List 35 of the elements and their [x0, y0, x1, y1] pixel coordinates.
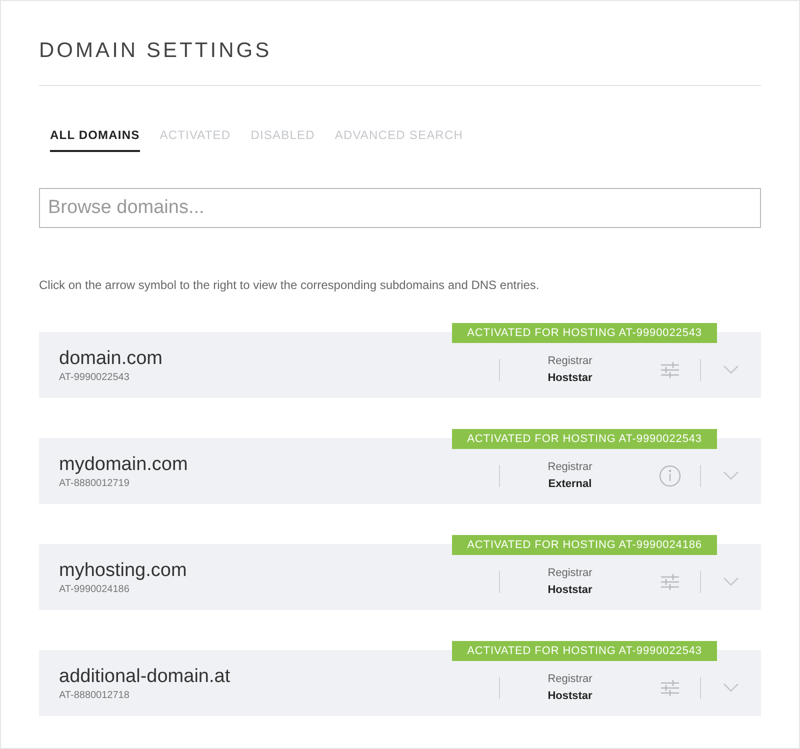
domain-id: AT-9990022543	[59, 371, 130, 385]
chevron-down-icon[interactable]	[723, 365, 739, 374]
sliders-icon[interactable]	[660, 574, 680, 590]
page-title: DOMAIN SETTINGS	[39, 38, 273, 64]
registrar-name: External	[548, 476, 592, 492]
tab[interactable]: ACTIVATED	[160, 126, 231, 152]
registrar-name: Hoststar	[548, 688, 592, 704]
search-field[interactable]: Browse domains...	[39, 188, 761, 228]
registrar-label: Registrar	[548, 672, 592, 687]
domain-id: AT-8880012719	[59, 477, 130, 491]
tab[interactable]: ADVANCED SEARCH	[334, 126, 463, 152]
hosting-badge: ACTIVATED FOR HOSTING AT-9990022543	[452, 640, 717, 660]
hosting-badge: ACTIVATED FOR HOSTING AT-9990022543	[452, 428, 717, 448]
domain-name: additional-domain.at	[59, 666, 232, 688]
domain-name: myhosting.com	[59, 560, 188, 582]
registrar-label: Registrar	[548, 354, 592, 369]
chevron-down-icon[interactable]	[723, 471, 739, 480]
registrar-name: Hoststar	[548, 582, 592, 598]
domain-id: AT-8880012718	[59, 689, 130, 703]
info-icon[interactable]	[659, 464, 681, 486]
hosting-badge: ACTIVATED FOR HOSTING AT-9990022543	[452, 322, 717, 342]
registrar-label: Registrar	[548, 566, 592, 581]
tab[interactable]: DISABLED	[250, 126, 315, 152]
tab[interactable]: ALL DOMAINS	[50, 126, 140, 152]
registrar-label: Registrar	[548, 460, 592, 475]
domain-name: mydomain.com	[59, 454, 189, 476]
hint-text: Click on the arrow symbol to the right to view the corresponding subdomains and DNS entries.	[39, 276, 540, 294]
sliders-icon[interactable]	[660, 680, 680, 696]
chevron-down-icon[interactable]	[723, 683, 739, 692]
domain-name: domain.com	[59, 348, 164, 370]
registrar-name: Hoststar	[548, 370, 592, 386]
sliders-icon[interactable]	[660, 362, 680, 378]
domain-id: AT-9990024186	[59, 583, 130, 597]
hosting-badge: ACTIVATED FOR HOSTING AT-9990024186	[452, 534, 717, 554]
chevron-down-icon[interactable]	[723, 577, 739, 586]
